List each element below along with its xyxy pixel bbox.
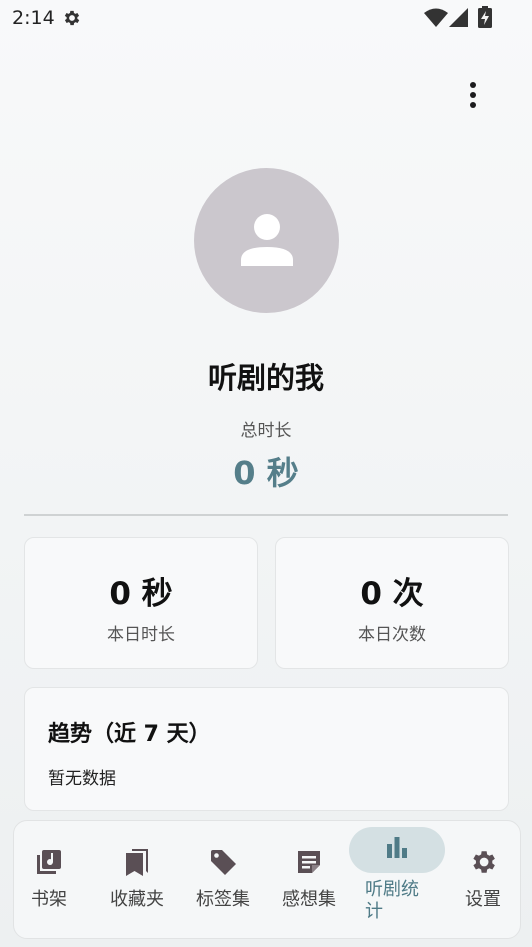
nav-item-stats[interactable]: 听剧统计 <box>349 821 445 938</box>
person-icon <box>241 214 293 266</box>
nav-item-favorites[interactable]: 收藏夹 <box>97 821 177 938</box>
nav-item-bookshelf[interactable]: 书架 <box>14 821 84 938</box>
nav-label-stats: 听剧统计 <box>365 879 419 922</box>
today-duration-value: 0 秒 <box>109 576 173 612</box>
today-duration-label: 本日时长 <box>107 625 175 645</box>
today-count-label: 本日次数 <box>358 625 426 645</box>
nav-label-bookshelf: 书架 <box>31 889 67 910</box>
bookshelf-music-icon <box>37 850 61 874</box>
nav-label-settings: 设置 <box>465 889 501 910</box>
wifi-icon <box>424 8 448 27</box>
tag-icon <box>211 850 236 875</box>
nav-label-favorites: 收藏夹 <box>110 889 164 910</box>
nav-item-settings[interactable]: 设置 <box>448 821 518 938</box>
nav-item-tags[interactable]: 标签集 <box>183 821 263 938</box>
nav-label-thoughts: 感想集 <box>282 889 336 910</box>
nav-label-tags: 标签集 <box>196 889 250 910</box>
bookmarks-icon <box>126 849 148 876</box>
trend-title: 趋势（近 7 天） <box>48 722 211 747</box>
trend-card: 趋势（近 7 天） 暂无数据 <box>24 687 509 811</box>
note-icon <box>298 851 320 873</box>
battery-charging-icon <box>478 6 492 28</box>
status-bar: 2:14 <box>0 0 532 36</box>
settings-status-icon <box>64 10 80 26</box>
avatar[interactable] <box>194 168 339 313</box>
trend-empty-text: 暂无数据 <box>48 769 116 789</box>
bottom-nav: 书架 收藏夹 标签集 感想集 听剧统计 设置 <box>13 820 521 939</box>
more-options-icon[interactable] <box>460 80 486 110</box>
status-time: 2:14 <box>12 7 55 29</box>
today-count-card: 0 次 本日次数 <box>275 537 509 669</box>
bar-chart-icon <box>387 837 407 858</box>
today-duration-card: 0 秒 本日时长 <box>24 537 258 669</box>
gear-icon <box>473 851 495 873</box>
divider <box>24 514 508 516</box>
today-count-value: 0 次 <box>360 576 424 612</box>
profile-name: 听剧的我 <box>207 361 324 395</box>
total-duration-label: 总时长 <box>240 421 292 441</box>
total-duration-value: 0 秒 <box>233 454 299 492</box>
nav-item-thoughts[interactable]: 感想集 <box>269 821 349 938</box>
signal-icon <box>449 8 468 27</box>
